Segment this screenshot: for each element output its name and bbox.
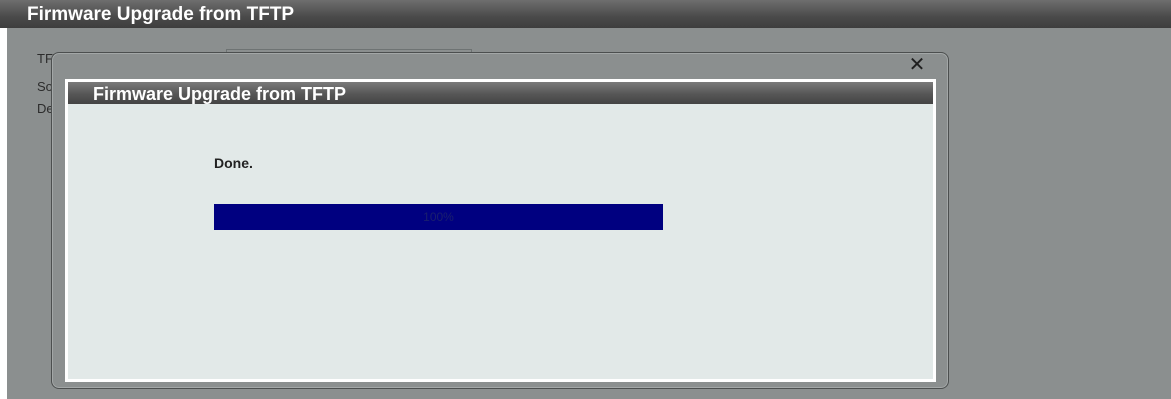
firmware-upgrade-dialog: ✕ Firmware Upgrade from TFTP Done. 100% (51, 52, 949, 389)
progress-bar: 100% (214, 204, 663, 230)
close-icon[interactable]: ✕ (906, 55, 928, 75)
progress-label: 100% (423, 210, 454, 224)
status-text: Done. (214, 155, 253, 171)
dialog-title: Firmware Upgrade from TFTP (68, 82, 933, 104)
dialog-body: Firmware Upgrade from TFTP Done. 100% (65, 79, 936, 382)
page-title: Firmware Upgrade from TFTP (0, 0, 1171, 28)
